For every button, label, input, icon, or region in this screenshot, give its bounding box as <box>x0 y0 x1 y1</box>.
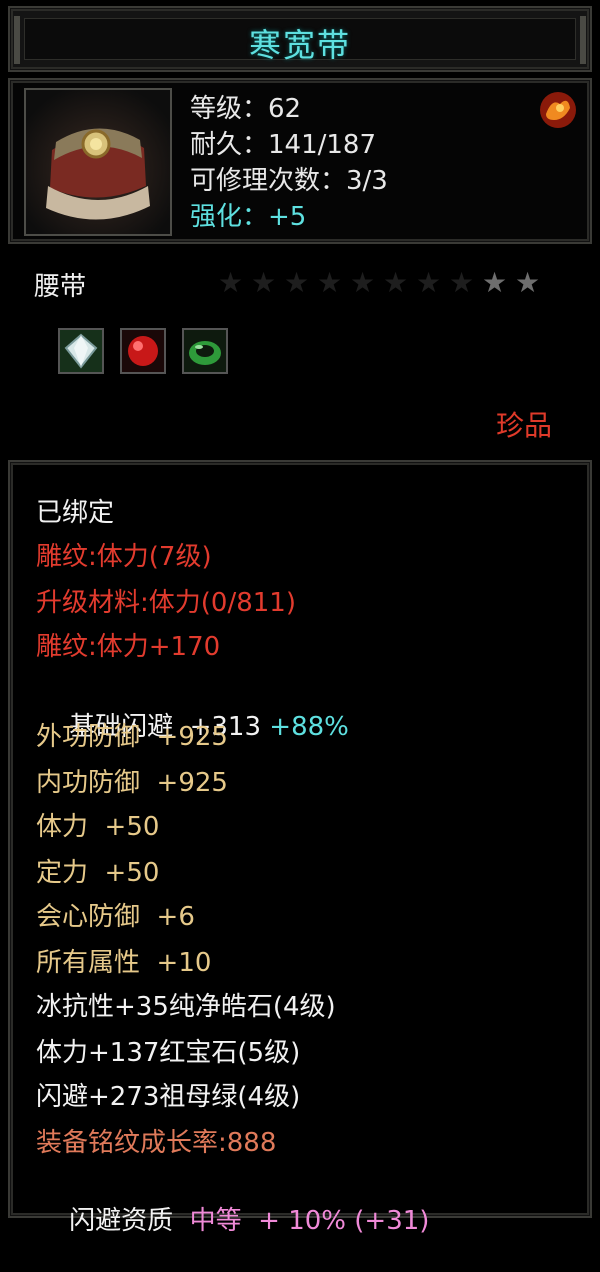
star-empty-icon: ★ <box>218 266 244 299</box>
int-def-line: 内功防御 +925 <box>36 768 228 798</box>
gem1-line: 冰抗性+35纯净皓石(4级) <box>36 992 336 1022</box>
rarity-label: 珍品 <box>495 409 552 442</box>
flame-badge-icon <box>538 90 578 130</box>
all-attr-line: 所有属性 +10 <box>36 948 212 978</box>
aptitude-bonus: + 10% (+31) <box>258 1206 430 1236</box>
title-bar: 寒宽带 <box>8 6 592 72</box>
belt-item-icon[interactable] <box>24 88 172 236</box>
gem-slot-emerald[interactable] <box>182 328 228 374</box>
item-header: 等级：62 耐久：141/187 可修理次数：3/3 强化：+5 <box>8 78 592 244</box>
ext-def-line: 外功防御 +925 <box>36 722 228 752</box>
engrave-bonus-line: 雕纹:体力+170 <box>36 632 221 662</box>
star-lit-icon: ★ <box>482 266 508 299</box>
upgrade-material-line: 升级材料:体力(0/811) <box>36 588 296 618</box>
item-enhance: 强化：+5 <box>190 202 307 232</box>
dodge-pct: +88% <box>269 712 349 742</box>
gem3-line: 闪避+273祖母绿(4级) <box>36 1082 301 1112</box>
item-type: 腰带 <box>34 272 87 302</box>
star-empty-icon: ★ <box>284 266 310 299</box>
gem2-line: 体力+137红宝石(5级) <box>36 1038 301 1068</box>
item-repair-count: 可修理次数：3/3 <box>190 166 388 196</box>
growth-line: 装备铭纹成长率:888 <box>36 1128 277 1158</box>
crit-def-line: 会心防御 +6 <box>36 902 195 932</box>
star-lit-icon: ★ <box>515 266 541 299</box>
star-empty-icon: ★ <box>383 266 409 299</box>
item-level: 等级：62 <box>190 94 302 124</box>
diamond-gem-icon <box>60 330 102 372</box>
item-durability: 耐久：141/187 <box>190 130 377 160</box>
star-empty-icon: ★ <box>350 266 376 299</box>
ruby-gem-icon <box>122 330 164 372</box>
bound-status: 已绑定 <box>36 498 115 528</box>
aptitude-line: 闪避资质 中等 + 10% (+31) <box>36 1170 429 1272</box>
details-panel: 已绑定 雕纹:体力(7级) 升级材料:体力(0/811) 雕纹:体力+170 基… <box>8 460 592 1236</box>
star-empty-icon: ★ <box>416 266 442 299</box>
star-empty-icon: ★ <box>251 266 277 299</box>
star-empty-icon: ★ <box>317 266 343 299</box>
stamina-line: 体力 +50 <box>36 812 160 842</box>
emerald-gem-icon <box>184 330 226 372</box>
gem-slot-diamond[interactable] <box>58 328 104 374</box>
aptitude-grade: 中等 <box>189 1206 242 1236</box>
focus-line: 定力 +50 <box>36 858 160 888</box>
item-name: 寒宽带 <box>248 26 351 64</box>
gem-slot-ruby[interactable] <box>120 328 166 374</box>
aptitude-label: 闪避资质 <box>69 1206 174 1236</box>
engrave-line: 雕纹:体力(7级) <box>36 542 212 572</box>
star-empty-icon: ★ <box>449 266 475 299</box>
